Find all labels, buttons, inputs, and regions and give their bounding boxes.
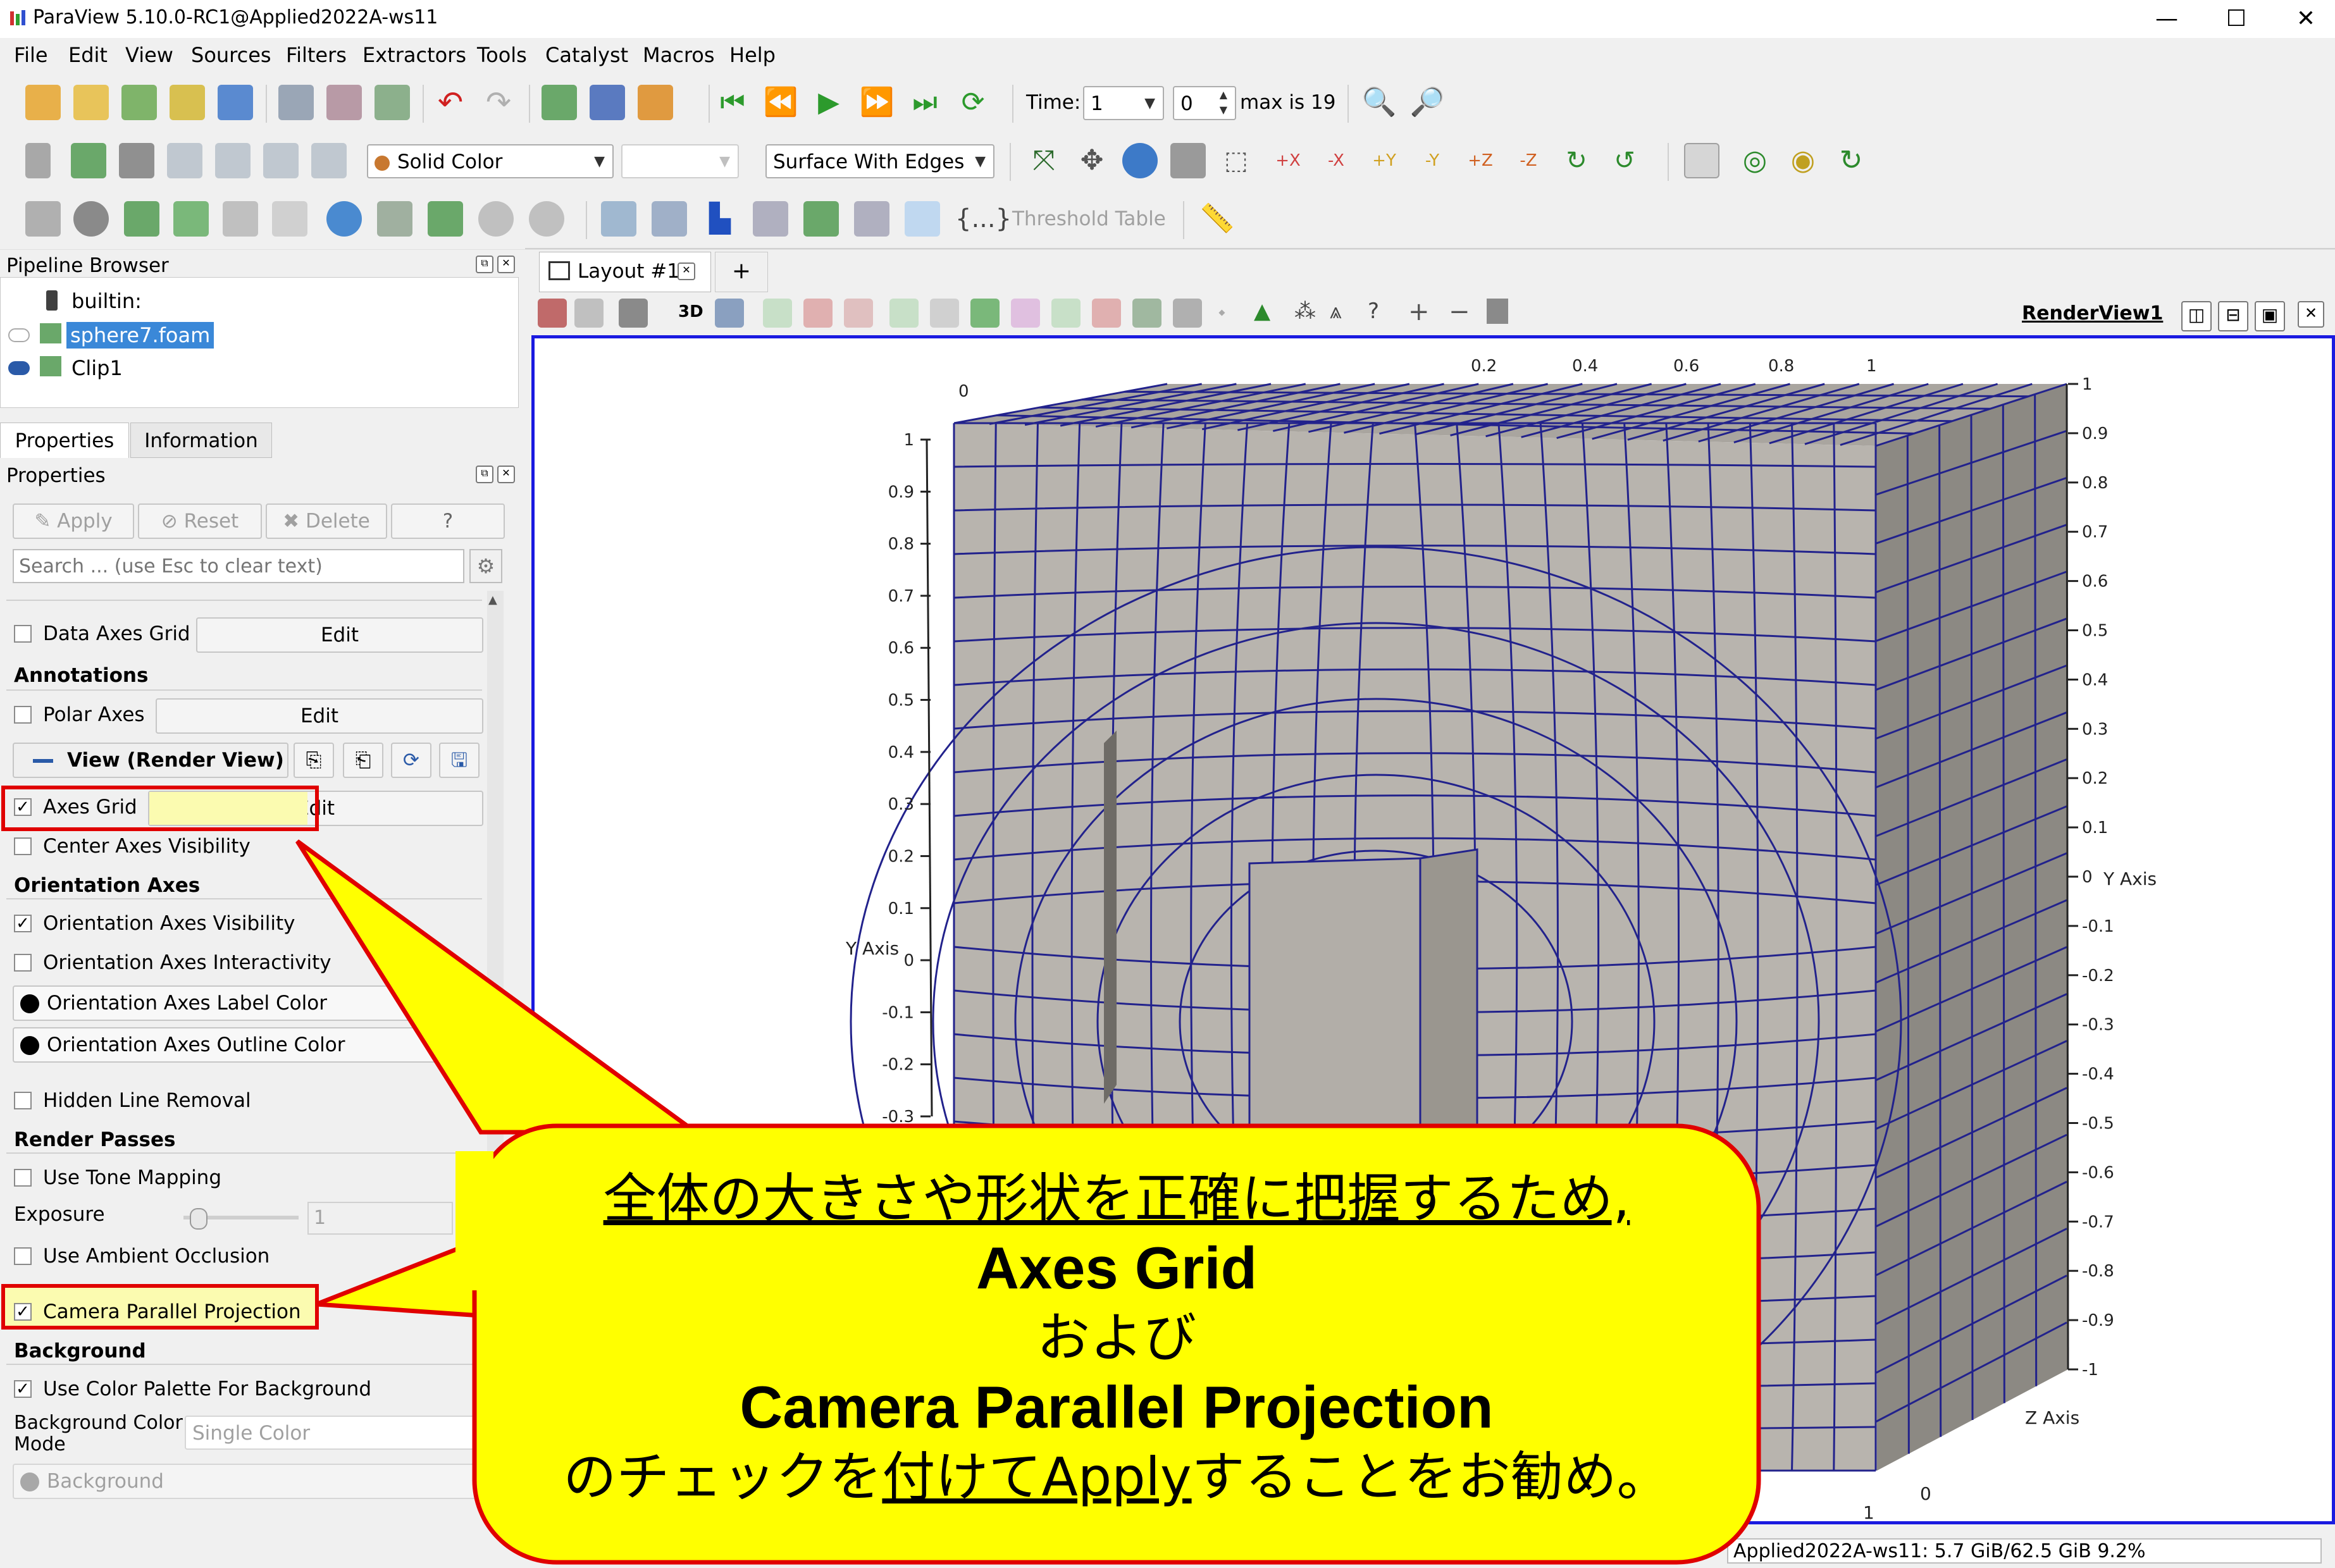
callout-line-5: のチェックを付けてApplyすることをお勧め。 bbox=[563, 1446, 1670, 1508]
callout-pointer-axes-grid bbox=[295, 839, 703, 1135]
callout-line-2: Axes Grid bbox=[975, 1235, 1258, 1301]
callout-line-3: および bbox=[1036, 1307, 1196, 1369]
callout-line-1: 全体の大きさや形状を正確に把握するため, bbox=[603, 1168, 1630, 1230]
callout-line-4: Camera Parallel Projection bbox=[740, 1374, 1494, 1440]
callout-text: 全体の大きさや形状を正確に把握するため, Axes Grid および Camer… bbox=[481, 1164, 1752, 1512]
